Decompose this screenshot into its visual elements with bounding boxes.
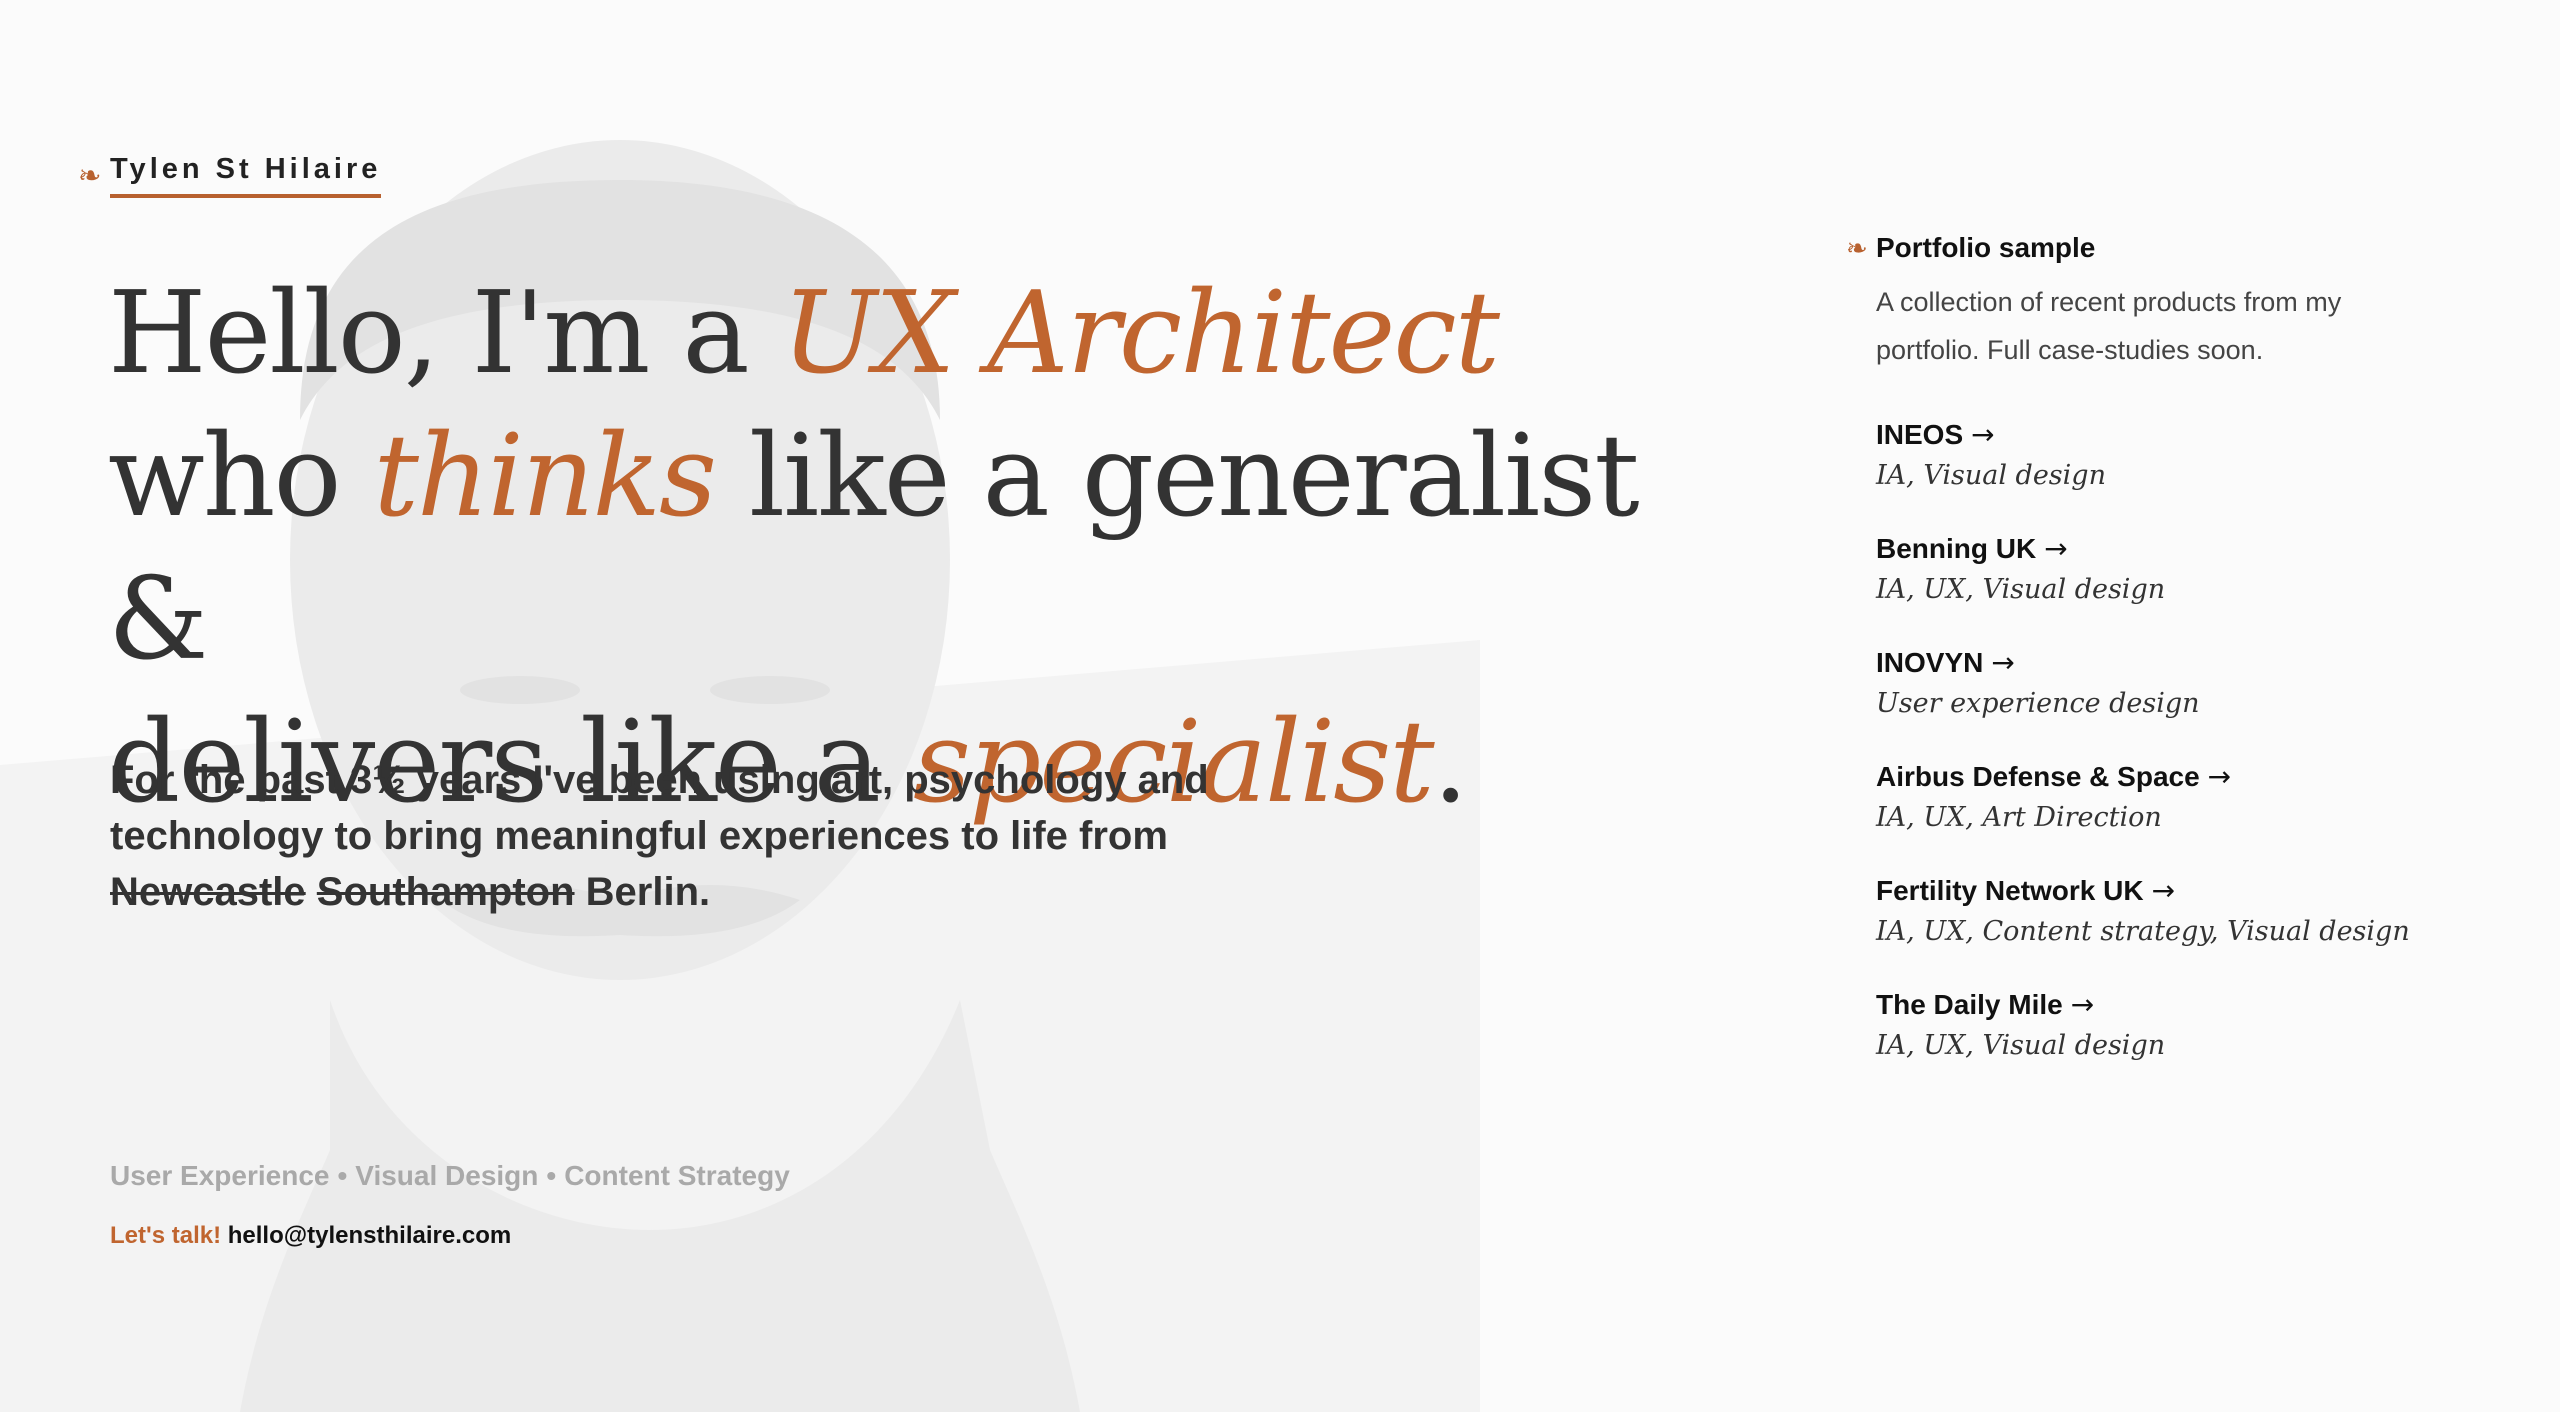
hero-text: . <box>1432 696 1469 828</box>
project-name: INEOS <box>1876 419 1964 450</box>
project-tags: IA, UX, Art Direction <box>1876 802 2162 833</box>
arrow-right-icon: → <box>2207 760 2232 793</box>
hero-text: Hello, I'm a <box>108 267 782 399</box>
hero-accent-thinks: thinks <box>373 410 717 542</box>
skill-item: User Experience <box>110 1160 330 1191</box>
project-link-airbus[interactable]: Airbus Defense & Space → <box>1876 758 2231 796</box>
project-name: Benning UK <box>1876 533 2037 564</box>
project-link-ineos[interactable]: INEOS → <box>1876 416 1995 454</box>
contact-cta: Let's talk! <box>110 1222 222 1249</box>
project-link-fertility-network-uk[interactable]: Fertility Network UK → <box>1876 872 2175 910</box>
project-name: INOVYN <box>1876 647 1984 678</box>
project-link-inovyn[interactable]: INOVYN → <box>1876 644 2015 682</box>
project-link-the-daily-mile[interactable]: The Daily Mile → <box>1876 986 2094 1024</box>
hero-text: who <box>108 410 374 542</box>
brand-name[interactable]: Tylen St Hilaire <box>110 153 382 198</box>
struck-city-newcastle: Newcastle <box>110 870 306 914</box>
project-name: The Daily Mile <box>1876 989 2063 1020</box>
email-link[interactable]: hello@tylensthilaire.com <box>228 1222 511 1249</box>
contact-line: Let's talk! hello@tylensthilaire.com <box>110 1222 511 1250</box>
hero-heading: Hello, I'm a UX Architect who thinks lik… <box>108 262 1708 834</box>
project-name: Airbus Defense & Space <box>1876 761 2200 792</box>
hero-accent-ux-architect: UX Architect <box>781 267 1500 399</box>
skill-item: Visual Design <box>355 1160 539 1191</box>
intro-text: For the past 3½ years I've been using ar… <box>110 758 1209 858</box>
arrow-right-icon: → <box>1971 418 1995 451</box>
portfolio-section: ❧ Portfolio sample A collection of recen… <box>1846 232 2436 1100</box>
fleuron-icon: ❧ <box>1846 233 1868 263</box>
arrow-right-icon: → <box>1991 646 2015 679</box>
arrow-right-icon: → <box>2151 874 2176 907</box>
project-name: Fertility Network UK <box>1876 875 2144 906</box>
portfolio-header: ❧ Portfolio sample <box>1846 232 2436 264</box>
brand[interactable]: ❧ Tylen St Hilaire <box>78 153 382 198</box>
project-item: Airbus Defense & Space → IA, UX, Art Dire… <box>1876 758 2436 840</box>
project-tags: IA, Visual design <box>1876 460 2106 491</box>
separator-dot: • <box>337 1160 348 1191</box>
project-link-benning-uk[interactable]: Benning UK → <box>1876 530 2068 568</box>
fleuron-icon: ❧ <box>78 159 102 191</box>
project-tags: User experience design <box>1876 688 2200 719</box>
portfolio-title: Portfolio sample <box>1876 232 2096 263</box>
intro-paragraph: For the past 3½ years I've been using ar… <box>110 752 1350 920</box>
arrow-right-icon: → <box>2070 988 2095 1021</box>
struck-city-southampton: Southampton <box>316 870 575 914</box>
portfolio-description: A collection of recent products from my … <box>1876 287 2342 365</box>
project-item: The Daily Mile → IA, UX, Visual design <box>1876 986 2436 1068</box>
project-item: INEOS → IA, Visual design <box>1876 416 2436 498</box>
project-tags: IA, UX, Visual design <box>1876 574 2166 605</box>
project-item: INOVYN → User experience design <box>1876 644 2436 726</box>
project-item: Benning UK → IA, UX, Visual design <box>1876 530 2436 612</box>
skills-list: User Experience • Visual Design • Content St… <box>110 1160 790 1192</box>
project-tags: IA, UX, Visual design <box>1876 1030 2166 1061</box>
project-tags: IA, UX, Content strategy, Visual design <box>1876 916 2410 947</box>
project-list: INEOS → IA, Visual design Benning UK → IA,… <box>1876 416 2436 1068</box>
current-city: Berlin. <box>585 870 711 914</box>
skill-item: Content Strategy <box>564 1160 790 1191</box>
separator-dot: • <box>546 1160 557 1191</box>
arrow-right-icon: → <box>2044 532 2068 565</box>
project-item: Fertility Network UK → IA, UX, Content st… <box>1876 872 2436 954</box>
